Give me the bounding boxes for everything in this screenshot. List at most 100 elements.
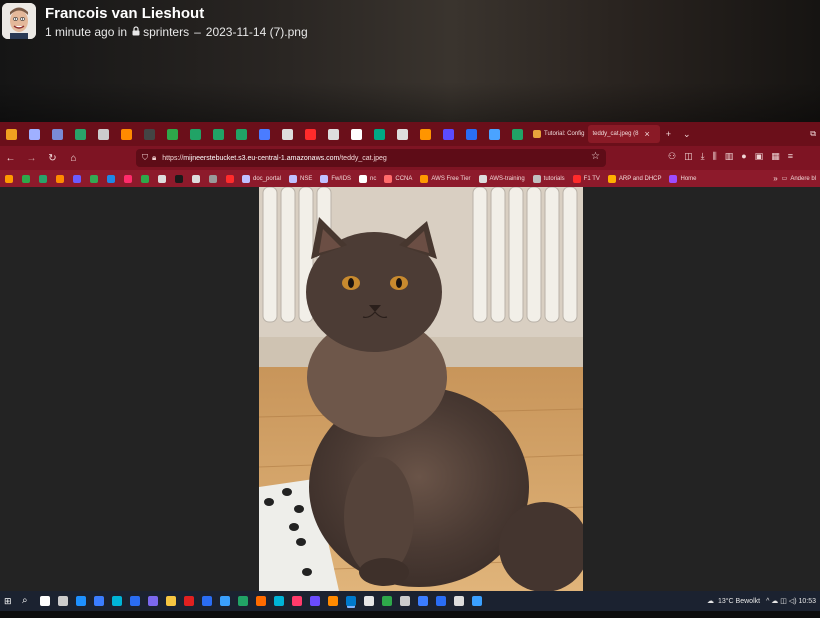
taskbar-app-17[interactable]: [346, 596, 356, 606]
taskbar-app-1[interactable]: [58, 596, 68, 606]
taskbar-app-0[interactable]: [40, 596, 50, 606]
download-icon[interactable]: ⤓: [701, 151, 705, 162]
taskbar-app-2[interactable]: [76, 596, 86, 606]
pinned-tab-19[interactable]: [443, 128, 454, 140]
weather-widget[interactable]: ☁ 13°C Bewolkt: [707, 597, 760, 606]
pinned-tab-2[interactable]: [52, 128, 63, 140]
forward-arrow-icon[interactable]: →: [26, 153, 37, 164]
pinned-tab-15[interactable]: [351, 128, 362, 140]
menu-icon[interactable]: ≡: [788, 151, 793, 162]
taskbar-app-22[interactable]: [436, 596, 446, 606]
bookmark-icon-only-7[interactable]: [124, 174, 132, 183]
home-icon[interactable]: ⌂: [68, 153, 79, 164]
bookmarks-overflow-button[interactable]: »: [773, 174, 777, 183]
taskbar-app-15[interactable]: [310, 596, 320, 606]
pinned-tab-3[interactable]: [75, 128, 86, 140]
address-bar[interactable]: ⛉ 🔒︎ https://mijneerstebucket.s3.eu-cent…: [136, 149, 606, 167]
pinned-tab-9[interactable]: [213, 128, 224, 140]
account-icon[interactable]: ⚇: [668, 151, 676, 162]
bookmark-icon-only-0[interactable]: [5, 174, 13, 183]
pinned-tab-5[interactable]: [121, 128, 132, 140]
bookmark-icon-only-12[interactable]: [209, 174, 217, 183]
author-name[interactable]: Francois van Lieshout: [45, 5, 204, 22]
bookmark-icon-only-4[interactable]: [73, 174, 81, 183]
bookmark-aws-free-tier[interactable]: AWS Free Tier: [416, 174, 471, 183]
taskbar-app-23[interactable]: [454, 596, 464, 606]
bookmark-icon-only-10[interactable]: [175, 174, 183, 183]
bookmark-tutorials[interactable]: tutorials: [529, 174, 565, 183]
taskbar-app-24[interactable]: [472, 596, 482, 606]
taskbar-app-4[interactable]: [112, 596, 122, 606]
start-icon[interactable]: ⊞: [4, 596, 14, 606]
cat-photo[interactable]: [259, 187, 583, 591]
new-tab-button[interactable]: +: [666, 129, 671, 139]
url-text[interactable]: https://mijneerstebucket.s3.eu-central-1…: [162, 155, 387, 162]
pinned-tab-4[interactable]: [98, 128, 109, 140]
taskbar-app-14[interactable]: [292, 596, 302, 606]
taskbar-app-12[interactable]: [256, 596, 266, 606]
bookmark-home[interactable]: Home: [665, 174, 697, 183]
library-icon[interactable]: ⫼: [713, 151, 717, 162]
pinned-tab-20[interactable]: [466, 128, 477, 140]
tab-tutorial[interactable]: Tutorial: Config: [529, 125, 588, 143]
pinned-tab-8[interactable]: [190, 128, 201, 140]
star-icon[interactable]: ☆: [591, 151, 600, 162]
pinned-tab-1[interactable]: [29, 128, 40, 140]
taskbar-app-5[interactable]: [130, 596, 140, 606]
extensions-icon[interactable]: ▦: [771, 151, 780, 162]
pinned-tab-7[interactable]: [167, 128, 178, 140]
taskbar-app-9[interactable]: [202, 596, 212, 606]
search-icon[interactable]: ⌕: [22, 596, 32, 606]
bookmark-f1-tv[interactable]: F1 TV: [569, 174, 600, 183]
sidebar-icon[interactable]: ▥: [725, 151, 734, 162]
shield-icon[interactable]: ⛉: [142, 153, 148, 163]
taskbar-app-6[interactable]: [148, 596, 158, 606]
lock-icon[interactable]: 🔒︎: [152, 153, 156, 163]
bookmark-fw-ids[interactable]: Fw/IDS: [316, 174, 351, 183]
bookmark-icon-only-1[interactable]: [22, 174, 30, 183]
pinned-tab-0[interactable]: [6, 128, 17, 140]
bookmark-nse[interactable]: NSE: [285, 174, 312, 183]
pinned-tab-18[interactable]: [420, 128, 431, 140]
bookmark-aws-training[interactable]: AWS-training: [475, 174, 525, 183]
tab-teddy-cat[interactable]: teddy_cat.jpeg (8 ×: [588, 125, 660, 143]
pinned-tab-17[interactable]: [397, 128, 408, 140]
avatar[interactable]: [2, 3, 36, 39]
taskbar-app-16[interactable]: [328, 596, 338, 606]
bookmark-icon-only-6[interactable]: [107, 174, 115, 183]
pinned-tab-22[interactable]: [512, 128, 523, 140]
bookmark-arp-dhcp[interactable]: ARP and DHCP: [604, 174, 661, 183]
bookmark-icon-only-2[interactable]: [39, 174, 47, 183]
bookmark-nc[interactable]: nc: [355, 174, 376, 183]
screenshot-icon[interactable]: ▣: [755, 151, 764, 162]
pocket-icon[interactable]: ◫: [684, 151, 693, 162]
bookmark-icon-only-5[interactable]: [90, 174, 98, 183]
bookmark-icon-only-13[interactable]: [226, 174, 234, 183]
pinned-tab-14[interactable]: [328, 128, 339, 140]
taskbar-app-18[interactable]: [364, 596, 374, 606]
pinned-tab-21[interactable]: [489, 128, 500, 140]
chevron-down-icon[interactable]: ⌄: [683, 129, 691, 140]
taskbar-app-13[interactable]: [274, 596, 284, 606]
restore-window-icon[interactable]: ⧉: [810, 129, 816, 139]
taskbar-app-10[interactable]: [220, 596, 230, 606]
taskbar-app-20[interactable]: [400, 596, 410, 606]
pinned-tab-12[interactable]: [282, 128, 293, 140]
taskbar-app-11[interactable]: [238, 596, 248, 606]
bookmark-icon-only-8[interactable]: [141, 174, 149, 183]
system-tray[interactable]: ^ ☁ ◫ ◁) 10:53: [766, 597, 816, 605]
back-arrow-icon[interactable]: ←: [5, 153, 16, 164]
reload-icon[interactable]: ↻: [47, 153, 58, 164]
bookmark-icon-only-9[interactable]: [158, 174, 166, 183]
taskbar-app-21[interactable]: [418, 596, 428, 606]
bookmark-ccna[interactable]: CCNA: [380, 174, 412, 183]
pinned-tab-13[interactable]: [305, 128, 316, 140]
taskbar-app-7[interactable]: [166, 596, 176, 606]
taskbar-app-19[interactable]: [382, 596, 392, 606]
pinned-tab-11[interactable]: [259, 128, 270, 140]
bookmark-doc-portal[interactable]: doc_portal: [238, 174, 281, 183]
close-icon[interactable]: ×: [645, 129, 650, 139]
taskbar-app-3[interactable]: [94, 596, 104, 606]
extension-icon[interactable]: ●: [741, 151, 746, 162]
taskbar-app-8[interactable]: [184, 596, 194, 606]
